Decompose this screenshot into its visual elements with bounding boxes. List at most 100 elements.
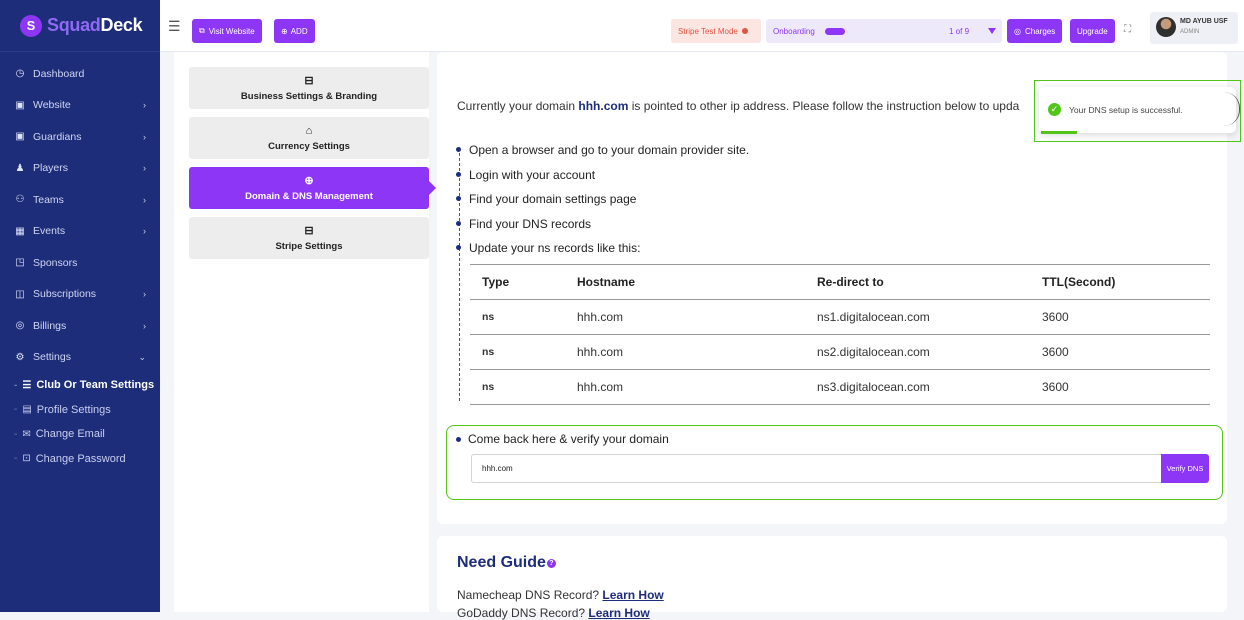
- sidebar-item-label: Billings: [33, 319, 67, 332]
- players-icon: ♟: [15, 162, 25, 174]
- settings-tab[interactable]: ⌂ Currency Settings: [189, 117, 429, 159]
- user-profile[interactable]: MD AYUB USF ADMIN: [1150, 12, 1238, 44]
- verify-dns-button[interactable]: Verify DNS: [1161, 454, 1209, 483]
- table-cell: hhh.com: [565, 334, 805, 370]
- stripe-test-mode-badge[interactable]: Stripe Test Mode: [671, 19, 761, 43]
- subscriptions-icon: ◫: [15, 288, 25, 300]
- sidebar-item-events[interactable]: ▦ Events ›: [0, 216, 160, 248]
- submenu-item[interactable]: - ✉ Change Email: [0, 422, 160, 447]
- intro-text: Currently your domain hhh.com is pointed…: [457, 99, 1020, 113]
- settings-tab-label: Currency Settings: [268, 140, 350, 152]
- sidebar-item-label: Players: [33, 162, 69, 175]
- chevron-icon: ⌄: [138, 351, 146, 362]
- column-header: Hostname: [565, 264, 805, 300]
- logo-mark-icon: S: [20, 14, 42, 37]
- column-header: Re-direct to: [805, 264, 1030, 300]
- namecheap-guide: Namecheap DNS Record? Learn How: [457, 588, 664, 602]
- status-dot-icon: [741, 28, 748, 34]
- submenu-item[interactable]: - ▤ Profile Settings: [0, 398, 160, 423]
- settings-tab-label: Stripe Settings: [275, 241, 343, 252]
- settings-tab-icon: ⌂: [305, 124, 313, 137]
- billings-icon: ◎: [15, 320, 25, 332]
- submenu-icon: ⊡: [22, 453, 31, 465]
- table-cell: ns: [470, 369, 565, 405]
- submenu-icon: ▤: [22, 404, 32, 416]
- settings-tab-icon: ⊕: [304, 175, 314, 187]
- settings-tab-label: Domain & DNS Management: [245, 191, 373, 202]
- sidebar-item-website[interactable]: ▣ Website ›: [0, 90, 160, 122]
- sidebar-item-label: Subscriptions: [33, 288, 97, 301]
- table-cell: ns1.digitalocean.com: [805, 299, 1030, 335]
- add-button[interactable]: ⊕ ADD: [274, 19, 315, 43]
- dash-icon: -: [14, 453, 18, 465]
- sidebar-item-subscriptions[interactable]: ◫ Subscriptions ›: [0, 279, 160, 311]
- sidebar-item-guardians[interactable]: ▣ Guardians ›: [0, 121, 160, 153]
- settings-tab[interactable]: ⊟ Stripe Settings: [189, 217, 429, 259]
- instruction-step: Find your domain settings page: [455, 187, 749, 212]
- submenu-label: Change Email: [35, 428, 105, 441]
- sidebar-item-sponsors[interactable]: ◳ Sponsors: [0, 247, 160, 279]
- table-cell: ns: [470, 299, 565, 335]
- column-header: TTL(Second): [1030, 264, 1210, 300]
- dash-icon: -: [14, 428, 18, 440]
- settings-tab-icon: ⊟: [304, 75, 314, 87]
- sidebar-item-label: Teams: [33, 193, 64, 206]
- chevron-icon: ›: [143, 163, 146, 174]
- check-circle-icon: ✓: [1048, 103, 1061, 116]
- logo[interactable]: S SquadDeck: [0, 0, 160, 52]
- help-icon: ?: [546, 559, 556, 568]
- chevron-icon: ›: [143, 289, 146, 300]
- sidebar-item-teams[interactable]: ⚇ Teams ›: [0, 184, 160, 216]
- plus-circle-icon: ⊕: [281, 26, 288, 36]
- godaddy-learn-how-link[interactable]: Learn How: [588, 606, 649, 620]
- settings-tab-label: Business Settings & Branding: [240, 91, 378, 102]
- instruction-step: Find your DNS records: [455, 212, 749, 237]
- sponsors-icon: ◳: [15, 257, 25, 269]
- need-guide-card: Need Guide? Namecheap DNS Record? Learn …: [437, 536, 1227, 620]
- guide-title: Need Guide?: [457, 554, 556, 572]
- chevron-icon: ›: [143, 194, 146, 205]
- table-row: ns hhh.com ns2.digitalocean.com 3600: [470, 334, 1210, 370]
- submenu-icon: ☰: [22, 379, 32, 391]
- sidebar-item-label: Settings: [33, 351, 71, 364]
- success-toast[interactable]: ✓ Your DNS setup is successful.: [1039, 87, 1236, 134]
- table-cell: hhh.com: [565, 369, 805, 405]
- submenu-label: Profile Settings: [36, 403, 111, 416]
- sidebar-item-players[interactable]: ♟ Players ›: [0, 153, 160, 185]
- sidebar-nav: ◷ Dashboard ▣ Website › ▣ Guardians › ♟ Players › ⚇…: [0, 52, 160, 373]
- hamburger-menu-icon[interactable]: ☰: [168, 19, 181, 33]
- settings-tab[interactable]: ⊕ Domain & DNS Management: [189, 167, 436, 209]
- toast-timer-bar: [1041, 131, 1077, 134]
- sidebar-item-label: Sponsors: [33, 256, 78, 269]
- external-link-icon: ⧉: [199, 26, 205, 35]
- instruction-steps: Open a browser and go to your domain pro…: [455, 138, 749, 261]
- upgrade-button[interactable]: Upgrade: [1070, 19, 1115, 43]
- events-icon: ▦: [15, 225, 25, 237]
- domain-input[interactable]: [471, 454, 1161, 483]
- topbar: ☰ ⧉ Visit Website ⊕ ADD Stripe Test Mode…: [160, 0, 1244, 52]
- submenu-item[interactable]: - ⊡ Change Password: [0, 447, 160, 472]
- visit-website-button[interactable]: ⧉ Visit Website: [192, 19, 262, 43]
- sidebar-item-dashboard[interactable]: ◷ Dashboard: [0, 58, 160, 90]
- table-cell: ns3.digitalocean.com: [805, 369, 1030, 405]
- sidebar-item-billings[interactable]: ◎ Billings ›: [0, 310, 160, 342]
- chevron-icon: ›: [143, 100, 146, 111]
- instruction-step: Update your ns records like this:: [455, 236, 749, 261]
- dropdown-arrow-icon[interactable]: [988, 28, 996, 34]
- settings-tab-icon: ⊟: [304, 225, 314, 237]
- chevron-icon: ›: [143, 320, 146, 331]
- teams-icon: ⚇: [15, 194, 25, 206]
- namecheap-learn-how-link[interactable]: Learn How: [602, 588, 663, 602]
- fullscreen-icon[interactable]: ⛶: [1124, 24, 1131, 35]
- submenu-item[interactable]: - ☰ Club Or Team Settings: [0, 373, 160, 398]
- dash-icon: -: [14, 379, 18, 391]
- charges-button[interactable]: ◎ Charges: [1007, 19, 1063, 43]
- onboarding-progress[interactable]: Onboarding 1 of 9: [766, 19, 1002, 43]
- instruction-step: Login with your account: [455, 163, 749, 188]
- table-cell: 3600: [1030, 369, 1210, 405]
- table-cell: ns: [470, 334, 565, 370]
- settings-tab[interactable]: ⊟ Business Settings & Branding: [189, 67, 429, 109]
- settings-icon: ⚙: [15, 351, 25, 363]
- sidebar-item-label: Website: [33, 99, 71, 112]
- sidebar-item-settings[interactable]: ⚙ Settings ⌄: [0, 342, 160, 374]
